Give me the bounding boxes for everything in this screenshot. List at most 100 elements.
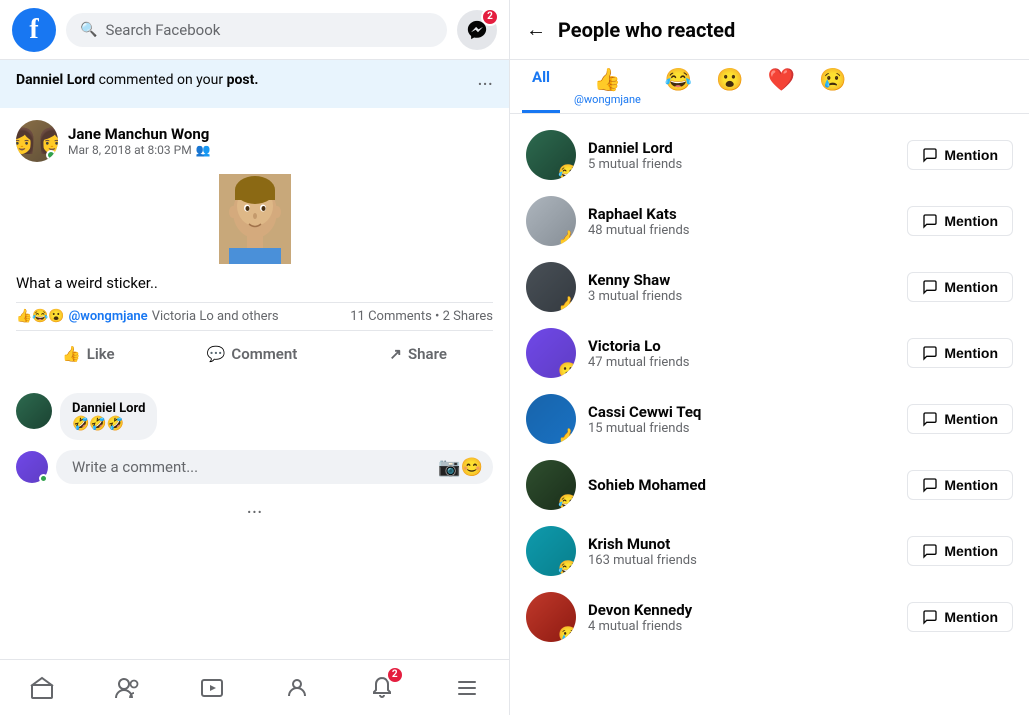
person-name: Cassi Cewwi Teq [588,403,895,421]
comment-button[interactable]: 💬 Comment [187,339,318,369]
tab-haha[interactable]: 😂 [655,60,702,113]
share-button[interactable]: ↗ Share [369,339,467,369]
wow-emoji: 😮 [716,68,743,93]
person-reaction-emoji: 😮 [558,361,576,378]
person-mutual: 163 mutual friends [588,553,895,568]
notification-options[interactable]: ··· [477,72,493,96]
nav-watch[interactable] [182,668,242,708]
action-bar: 👍 Like 💬 Comment ↗ Share [16,335,493,373]
person-row: 😂 Krish Munot 163 mutual friends Mention [510,518,1029,584]
post-header: 👩 Jane Manchun Wong Mar 8, 2018 at 8:03 … [16,120,493,162]
person-name: Krish Munot [588,535,895,553]
person-reaction-emoji: 👍 [558,295,576,312]
person-avatar: 😂 [526,130,576,180]
comment-section: Danniel Lord 🤣🤣🤣 Write a comment... 📷😊 [0,385,509,492]
person-reaction-emoji: 😂 [558,493,576,510]
person-info: Kenny Shaw 3 mutual friends [588,271,895,304]
mention-button[interactable]: Mention [907,404,1013,434]
messenger-button[interactable]: 2 [457,10,497,50]
person-info: Cassi Cewwi Teq 15 mutual friends [588,403,895,436]
person-info: Danniel Lord 5 mutual friends [588,139,895,172]
comment-text: 🤣🤣🤣 [72,416,145,432]
notification-author: Danniel Lord [16,72,95,88]
person-avatar: 😢 [526,592,576,642]
right-title: People who reacted [558,18,735,42]
back-button[interactable]: ← [526,17,546,42]
tab-love[interactable]: ❤️ [758,60,805,113]
person-name: Victoria Lo [588,337,895,355]
person-mutual: 5 mutual friends [588,157,895,172]
comment-author: Danniel Lord [72,401,145,416]
mention-button[interactable]: Mention [907,338,1013,368]
mention-button[interactable]: Mention [907,536,1013,566]
person-info: Devon Kennedy 4 mutual friends [588,601,895,634]
love-emoji: ❤️ [768,68,795,93]
home-icon [30,676,54,700]
mention-button[interactable]: Mention [907,206,1013,236]
mention-icon [922,213,938,229]
tab-all[interactable]: All [522,60,560,113]
comment-bubble: Danniel Lord 🤣🤣🤣 [60,393,157,440]
mention-icon [922,609,938,625]
app-header: f 🔍 Search Facebook 2 [0,0,509,60]
mention-button[interactable]: Mention [907,140,1013,170]
person-info: Sohieb Mohamed [588,476,895,494]
bottom-nav: 2 [0,659,509,715]
haha-emoji: 😂 [665,68,692,93]
search-placeholder: Search Facebook [105,21,220,39]
nav-profile[interactable] [267,668,327,708]
nav-notifications[interactable]: 2 [352,668,412,708]
person-row: 😮 Victoria Lo 47 mutual friends Mention [510,320,1029,386]
comment-input-icons: 📷😊 [438,457,483,478]
menu-icon [455,676,479,700]
nav-home[interactable] [12,668,72,708]
tab-wow[interactable]: 😮 [706,60,753,113]
more-options[interactable]: ··· [0,492,509,532]
person-avatar: 😂 [526,526,576,576]
people-list: 😂 Danniel Lord 5 mutual friends Mention … [510,114,1029,715]
friends-icon [114,676,140,700]
watch-icon [200,676,224,700]
search-bar[interactable]: 🔍 Search Facebook [66,13,447,47]
person-reaction-emoji: 😢 [558,625,576,642]
nav-friends[interactable] [97,668,157,708]
mention-icon [922,477,938,493]
notification-post: post. [227,72,259,88]
person-name: Danniel Lord [588,139,895,157]
person-row: 👍 Kenny Shaw 3 mutual friends Mention [510,254,1029,320]
online-indicator [46,150,56,160]
author-avatar: 👩 [16,120,58,162]
person-info: Raphael Kats 48 mutual friends [588,205,895,238]
person-avatar: 😮 [526,328,576,378]
reaction-tabs: All 👍 @wongmjane 😂 😮 ❤️ 😢 [510,60,1029,114]
like-emoji: 👍 [594,68,621,93]
person-info: Victoria Lo 47 mutual friends [588,337,895,370]
post-text: What a weird sticker.. [16,274,493,292]
person-avatar: 👍 [526,394,576,444]
user-online-dot [39,474,48,483]
comment-input-avatar [16,451,48,483]
person-row: 😂 Danniel Lord 5 mutual friends Mention [510,122,1029,188]
person-avatar: 😂 [526,460,576,510]
reactions-row: 👍😂😮 @wongmjane Victoria Lo and others 11… [16,302,493,331]
person-reaction-emoji: 👍 [558,229,576,246]
mention-icon [922,279,938,295]
person-avatar: 👍 [526,262,576,312]
mention-button[interactable]: Mention [907,272,1013,302]
mention-button[interactable]: Mention [907,602,1013,632]
person-name: Devon Kennedy [588,601,895,619]
notification-text: Danniel Lord commented on your post. [16,72,258,88]
mention-button[interactable]: Mention [907,470,1013,500]
post-image-svg [219,174,291,264]
mention-icon [922,411,938,427]
person-row: 👍 Raphael Kats 48 mutual friends Mention [510,188,1029,254]
at-mention[interactable]: @wongmjane [69,309,148,324]
tab-sad[interactable]: 😢 [809,60,856,113]
tab-like[interactable]: 👍 @wongmjane [564,60,651,113]
comment-input-field[interactable]: Write a comment... 📷😊 [56,450,493,484]
person-row: 😂 Sohieb Mohamed Mention [510,452,1029,518]
right-panel: ← People who reacted All 👍 @wongmjane 😂 … [510,0,1029,715]
person-row: 👍 Cassi Cewwi Teq 15 mutual friends Ment… [510,386,1029,452]
nav-menu[interactable] [437,668,497,708]
like-button[interactable]: 👍 Like [42,339,135,369]
